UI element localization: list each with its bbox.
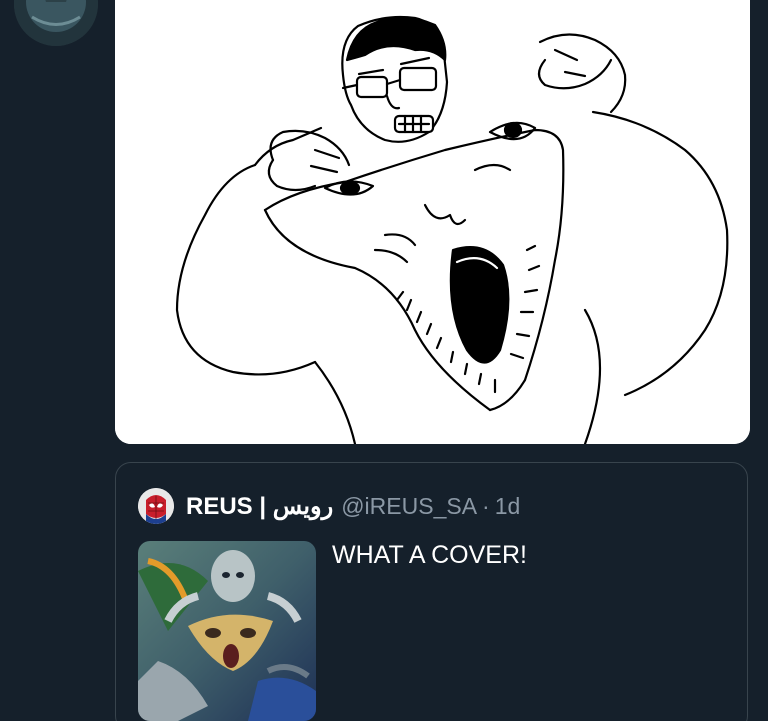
spiderman-avatar-icon[interactable] [138,488,174,524]
quoted-handle[interactable]: @iREUS_SA [341,493,477,520]
quoted-tweet-header: REUS | رويس @iREUS_SA · 1d [138,488,520,524]
quoted-tweet-text: WHAT A COVER! [332,541,527,569]
comic-cover-art [138,541,316,721]
spiderman-avatar-svg [138,488,174,524]
profile-avatar[interactable] [14,0,98,46]
quoted-display-name[interactable]: REUS | رويس [186,492,333,521]
quoted-media-thumbnail[interactable] [138,541,316,721]
quoted-timestamp[interactable]: 1d [495,493,521,520]
profile-avatar-icon [14,0,98,46]
quoted-tweet-card[interactable]: REUS | رويس @iREUS_SA · 1d WHAT A COVER! [115,462,748,721]
tweet-page: REUS | رويس @iREUS_SA · 1d WHAT A COVER! [0,0,768,721]
tweet-media-image[interactable] [115,0,750,444]
header-separator: · [482,492,490,519]
wojak-meme-drawing [115,0,750,444]
